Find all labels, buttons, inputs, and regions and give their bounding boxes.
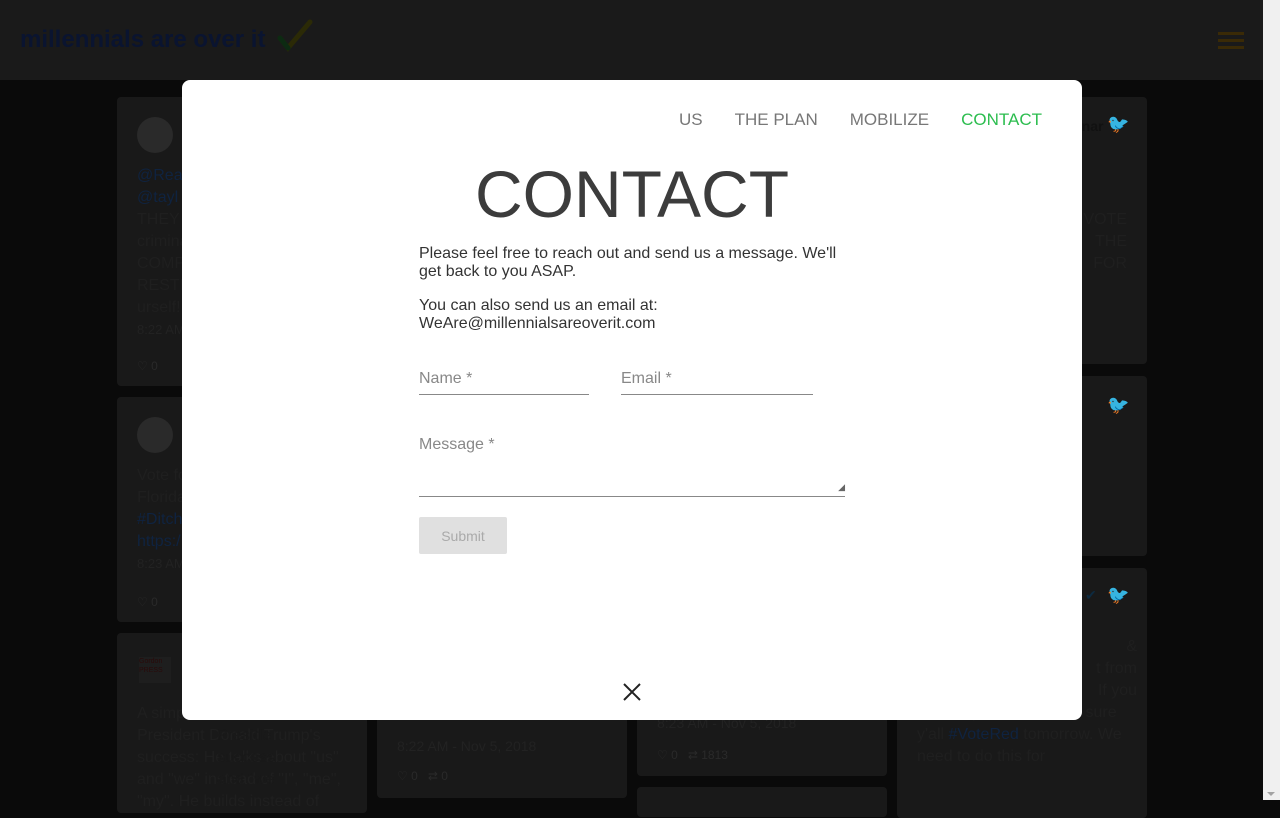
retweet-count: 1813 xyxy=(701,748,728,762)
page-title: CONTACT xyxy=(474,157,790,231)
tweet-timestamp: 8:22 AM - Nov 5, 2018 xyxy=(397,738,537,754)
heart-icon[interactable]: ♡ xyxy=(397,769,408,783)
tweet-text: y'all xyxy=(917,726,949,743)
contact-modal: US THE PLAN MOBILIZE CONTACT CONTACT Ple… xyxy=(182,80,1082,720)
like-count: 0 xyxy=(151,359,158,373)
hamburger-icon[interactable] xyxy=(1218,32,1244,50)
tweet-text: THE xyxy=(1095,233,1127,250)
checkmark-icon xyxy=(277,19,313,52)
scrollbar[interactable] xyxy=(1263,0,1280,800)
avatar xyxy=(137,117,173,153)
tweet-text: and "we xyxy=(217,771,275,788)
nav-us[interactable]: US xyxy=(679,110,703,130)
avatar xyxy=(137,417,173,453)
tweet-text: need to do this for xyxy=(917,748,1046,765)
retweet-count: 0 xyxy=(441,769,448,783)
submit-button[interactable]: Submit xyxy=(419,517,507,554)
heart-icon[interactable]: ♡ xyxy=(137,595,148,609)
like-count: 0 xyxy=(411,769,418,783)
tweet-text: "my". He builds instead of xyxy=(137,793,320,810)
like-count: 0 xyxy=(671,748,678,762)
site-header: millennials are over it xyxy=(0,0,1263,80)
twitter-icon[interactable]: 🐦 xyxy=(1107,113,1129,135)
name-field[interactable]: Name * xyxy=(419,370,589,395)
modal-nav: US THE PLAN MOBILIZE CONTACT xyxy=(679,110,1042,130)
contact-email[interactable]: WeAre@millennialsareoverit.com xyxy=(419,315,655,332)
twitter-icon[interactable]: 🐦 xyxy=(1107,584,1129,606)
contact-intro: Please feel free to reach out and send u… xyxy=(419,245,849,349)
tweet-text: tomorrow. We xyxy=(1018,726,1122,743)
retweet-icon[interactable]: ⇄ xyxy=(688,748,698,762)
gordon-press-logo: Gordon PRESS xyxy=(139,657,171,683)
email-field[interactable]: Email * xyxy=(621,370,813,395)
hashtag-link[interactable]: #VoteRed xyxy=(949,726,1019,743)
name-placeholder: Name * xyxy=(419,370,473,387)
tweet-text: Preside xyxy=(217,727,272,744)
nav-contact[interactable]: CONTACT xyxy=(961,110,1042,130)
resize-handle-icon[interactable]: ◢ xyxy=(838,482,845,493)
like-count: 0 xyxy=(151,595,158,609)
twitter-icon[interactable]: 🐦 xyxy=(1107,394,1129,416)
tweet-text: success xyxy=(217,749,275,766)
nav-mobilize[interactable]: MOBILIZE xyxy=(850,110,929,130)
tweet-text: FOR xyxy=(1093,255,1127,272)
site-logo[interactable]: millennials are over it xyxy=(20,26,265,54)
email-placeholder: Email * xyxy=(621,370,672,387)
scroll-down-arrow-icon[interactable] xyxy=(1267,792,1275,796)
message-field[interactable]: Message * ◢ xyxy=(419,436,845,497)
retweet-icon[interactable]: ⇄ xyxy=(428,769,438,783)
email-line: You can also send us an email at: xyxy=(419,297,658,314)
intro-text: Please feel free to reach out and send u… xyxy=(419,245,837,280)
close-icon[interactable] xyxy=(622,682,642,702)
heart-icon[interactable]: ♡ xyxy=(657,748,668,762)
tweet-card xyxy=(637,787,887,817)
tweet-text: VOTE xyxy=(1083,211,1127,228)
verified-icon: ✔ xyxy=(1085,587,1097,603)
heart-icon[interactable]: ♡ xyxy=(137,359,148,373)
message-placeholder: Message * xyxy=(419,436,495,453)
nav-the-plan[interactable]: THE PLAN xyxy=(735,110,818,130)
